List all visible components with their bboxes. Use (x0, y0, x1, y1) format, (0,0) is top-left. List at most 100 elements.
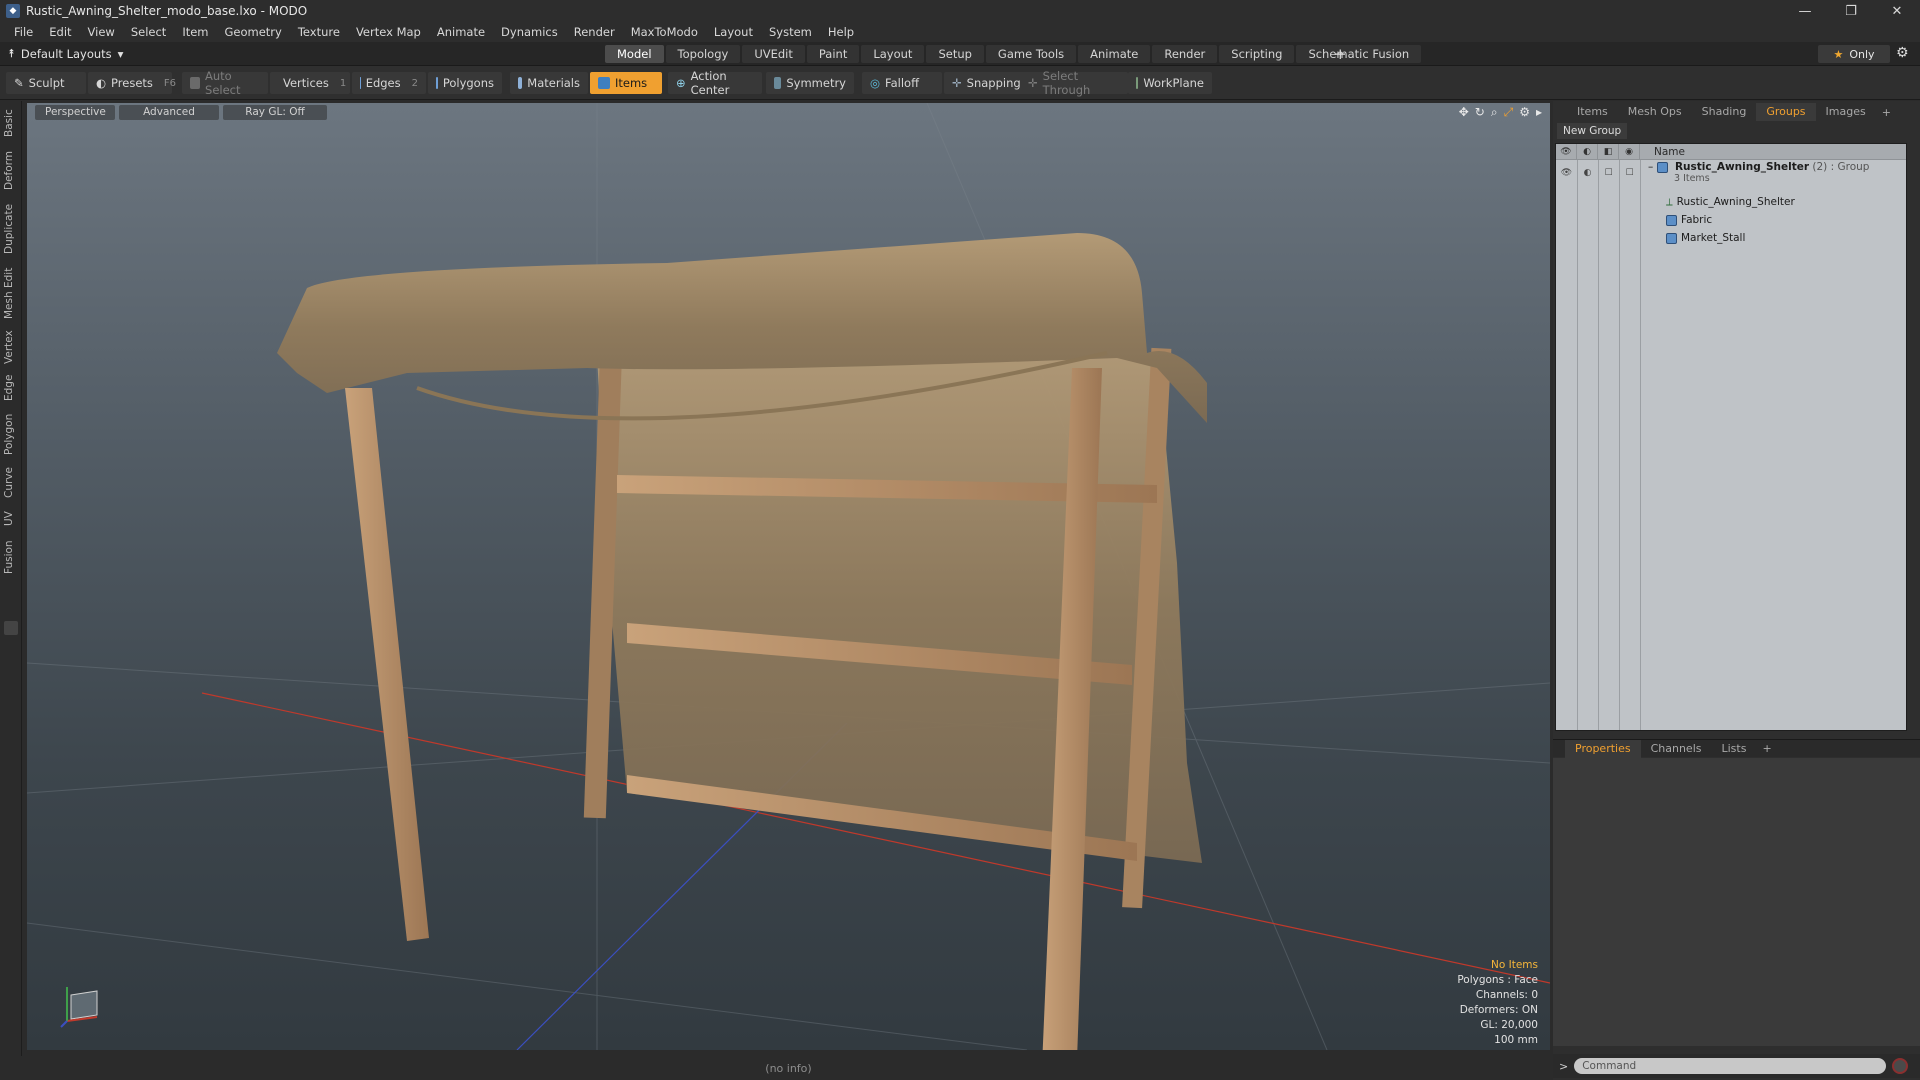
visibility-toggle-icon[interactable]: 👁 (1556, 165, 1577, 181)
tab-scripting[interactable]: Scripting (1219, 45, 1295, 63)
menu-edit[interactable]: Edit (41, 25, 79, 39)
list-item[interactable]: Market_Stall (1556, 230, 1906, 246)
strip-toggle-button[interactable] (4, 621, 18, 635)
menu-dynamics[interactable]: Dynamics (493, 25, 566, 39)
viewport-header: Perspective Advanced Ray GL: Off (35, 105, 327, 120)
pan-icon[interactable]: ✥ (1459, 105, 1469, 120)
minimize-button[interactable]: — (1782, 0, 1828, 22)
menu-item[interactable]: Item (174, 25, 216, 39)
select-toggle-icon[interactable]: ☐ (1619, 165, 1640, 181)
menu-select[interactable]: Select (123, 25, 174, 39)
tab-topology[interactable]: Topology (665, 45, 741, 63)
select-through-button[interactable]: ✛ Select Through (1020, 69, 1128, 97)
restore-button[interactable]: ❐ (1828, 0, 1874, 22)
vtab-vertex[interactable]: Vertex (3, 327, 19, 367)
vtab-basic[interactable]: Basic (3, 105, 19, 141)
list-item[interactable]: Fabric (1556, 212, 1906, 228)
add-tab-icon[interactable]: + (1756, 742, 1777, 755)
layout-dropdown[interactable]: ⯭ Default Layouts ▾ (8, 46, 123, 61)
menu-vertex-map[interactable]: Vertex Map (348, 25, 429, 39)
menu-view[interactable]: View (80, 25, 123, 39)
tab-render[interactable]: Render (1152, 45, 1218, 63)
zoom-icon[interactable]: ⌕ (1491, 105, 1498, 120)
list-item[interactable]: ⟂ Rustic_Awning_Shelter (1556, 194, 1906, 210)
group-type: : Group (1830, 161, 1870, 173)
tab-model[interactable]: Model (605, 45, 664, 63)
vtab-edge[interactable]: Edge (3, 371, 19, 405)
collapse-icon[interactable]: – (1648, 161, 1653, 173)
add-tab-icon[interactable]: + (1334, 45, 1347, 63)
vtab-deform[interactable]: Deform (3, 145, 19, 195)
vertices-button[interactable]: Vertices 1 (270, 72, 350, 94)
viewport-settings-icon[interactable]: ⚙ (1519, 105, 1530, 120)
new-group-button[interactable]: New Group (1557, 123, 1628, 139)
menu-layout[interactable]: Layout (706, 25, 761, 39)
menu-texture[interactable]: Texture (290, 25, 348, 39)
vtab-curve[interactable]: Curve (3, 463, 19, 503)
tab-animate[interactable]: Animate (1078, 45, 1151, 63)
tab-mesh-ops[interactable]: Mesh Ops (1618, 103, 1692, 121)
presets-button[interactable]: ◐ Presets F6 (88, 72, 176, 94)
workplane-button[interactable]: WorkPlane (1128, 72, 1212, 94)
render-toggle-icon[interactable]: ◐ (1577, 165, 1598, 181)
add-tab-icon[interactable]: + (1876, 106, 1897, 119)
render-col-icon[interactable]: ◐ (1577, 143, 1598, 160)
tab-groups[interactable]: Groups (1756, 103, 1816, 121)
tab-images[interactable]: Images (1816, 103, 1876, 121)
vtab-polygon[interactable]: Polygon (3, 409, 19, 459)
tab-properties[interactable]: Properties (1565, 739, 1641, 758)
3d-viewport[interactable]: Perspective Advanced Ray GL: Off ✥ ↻ ⌕ ⤢… (27, 103, 1550, 1050)
sculpt-button[interactable]: ✎ Sculpt (6, 72, 86, 94)
menu-system[interactable]: System (761, 25, 820, 39)
rotate-icon[interactable]: ↻ (1475, 105, 1485, 120)
tab-layout[interactable]: Layout (861, 45, 925, 63)
symmetry-button[interactable]: Symmetry (766, 72, 854, 94)
group-row[interactable]: 👁 ◐ ☐ ☐ – Rustic_Awning_Shelter (2) : Gr… (1556, 161, 1906, 185)
menu-geometry[interactable]: Geometry (217, 25, 290, 39)
vtab-fusion[interactable]: Fusion (3, 535, 19, 579)
name-column-header[interactable]: Name (1640, 146, 1685, 158)
action-center-button[interactable]: ⊕ Action Center (668, 69, 762, 97)
lock-col-icon[interactable]: ◧ (1598, 143, 1619, 160)
menu-help[interactable]: Help (820, 25, 862, 39)
tab-uvedit[interactable]: UVEdit (742, 45, 805, 63)
close-button[interactable]: ✕ (1874, 0, 1920, 22)
view-mode-button[interactable]: Perspective (35, 105, 115, 120)
tab-channels[interactable]: Channels (1641, 740, 1712, 758)
only-button[interactable]: ★ Only (1818, 45, 1890, 63)
edges-shortcut: 2 (411, 77, 418, 89)
gear-icon[interactable]: ⚙ (1896, 45, 1909, 61)
menu-maxtomodo[interactable]: MaxToModo (623, 25, 706, 39)
falloff-button[interactable]: ◎ Falloff (862, 72, 942, 94)
edges-button[interactable]: Edges 2 (352, 72, 426, 94)
tab-paint[interactable]: Paint (806, 45, 860, 63)
menu-file[interactable]: File (6, 25, 41, 39)
items-button[interactable]: Items (590, 72, 662, 94)
tab-shading[interactable]: Shading (1692, 103, 1757, 121)
auto-select-button[interactable]: Auto Select (182, 69, 268, 97)
select-col-icon[interactable]: ◉ (1619, 143, 1640, 160)
vtab-uv[interactable]: UV (3, 507, 19, 531)
polygons-button[interactable]: Polygons (428, 72, 502, 94)
tab-items[interactable]: Items (1553, 103, 1618, 121)
layout-dropdown-label: Default Layouts (20, 46, 112, 61)
fit-icon[interactable]: ⤢ (1504, 105, 1514, 120)
materials-button[interactable]: Materials (510, 72, 588, 94)
visibility-col-icon[interactable]: 👁 (1556, 143, 1577, 160)
expand-arrow-icon[interactable]: ▸ (1536, 105, 1542, 120)
record-icon[interactable] (1892, 1058, 1909, 1074)
only-label: Only (1849, 47, 1875, 61)
tab-game-tools[interactable]: Game Tools (985, 45, 1077, 63)
tab-schematic-fusion[interactable]: Schematic Fusion (1296, 45, 1422, 63)
vtab-duplicate[interactable]: Duplicate (3, 199, 19, 259)
menu-render[interactable]: Render (566, 25, 623, 39)
tab-lists[interactable]: Lists (1712, 740, 1757, 758)
menu-animate[interactable]: Animate (429, 25, 493, 39)
command-input[interactable]: Command (1574, 1058, 1887, 1074)
vtab-mesh-edit[interactable]: Mesh Edit (3, 263, 19, 323)
shading-mode-button[interactable]: Advanced (119, 105, 219, 120)
lock-toggle-icon[interactable]: ☐ (1598, 165, 1619, 181)
snapping-button[interactable]: ✛ Snapping (944, 72, 1026, 94)
tab-setup[interactable]: Setup (926, 45, 984, 63)
raygl-button[interactable]: Ray GL: Off (223, 105, 327, 120)
